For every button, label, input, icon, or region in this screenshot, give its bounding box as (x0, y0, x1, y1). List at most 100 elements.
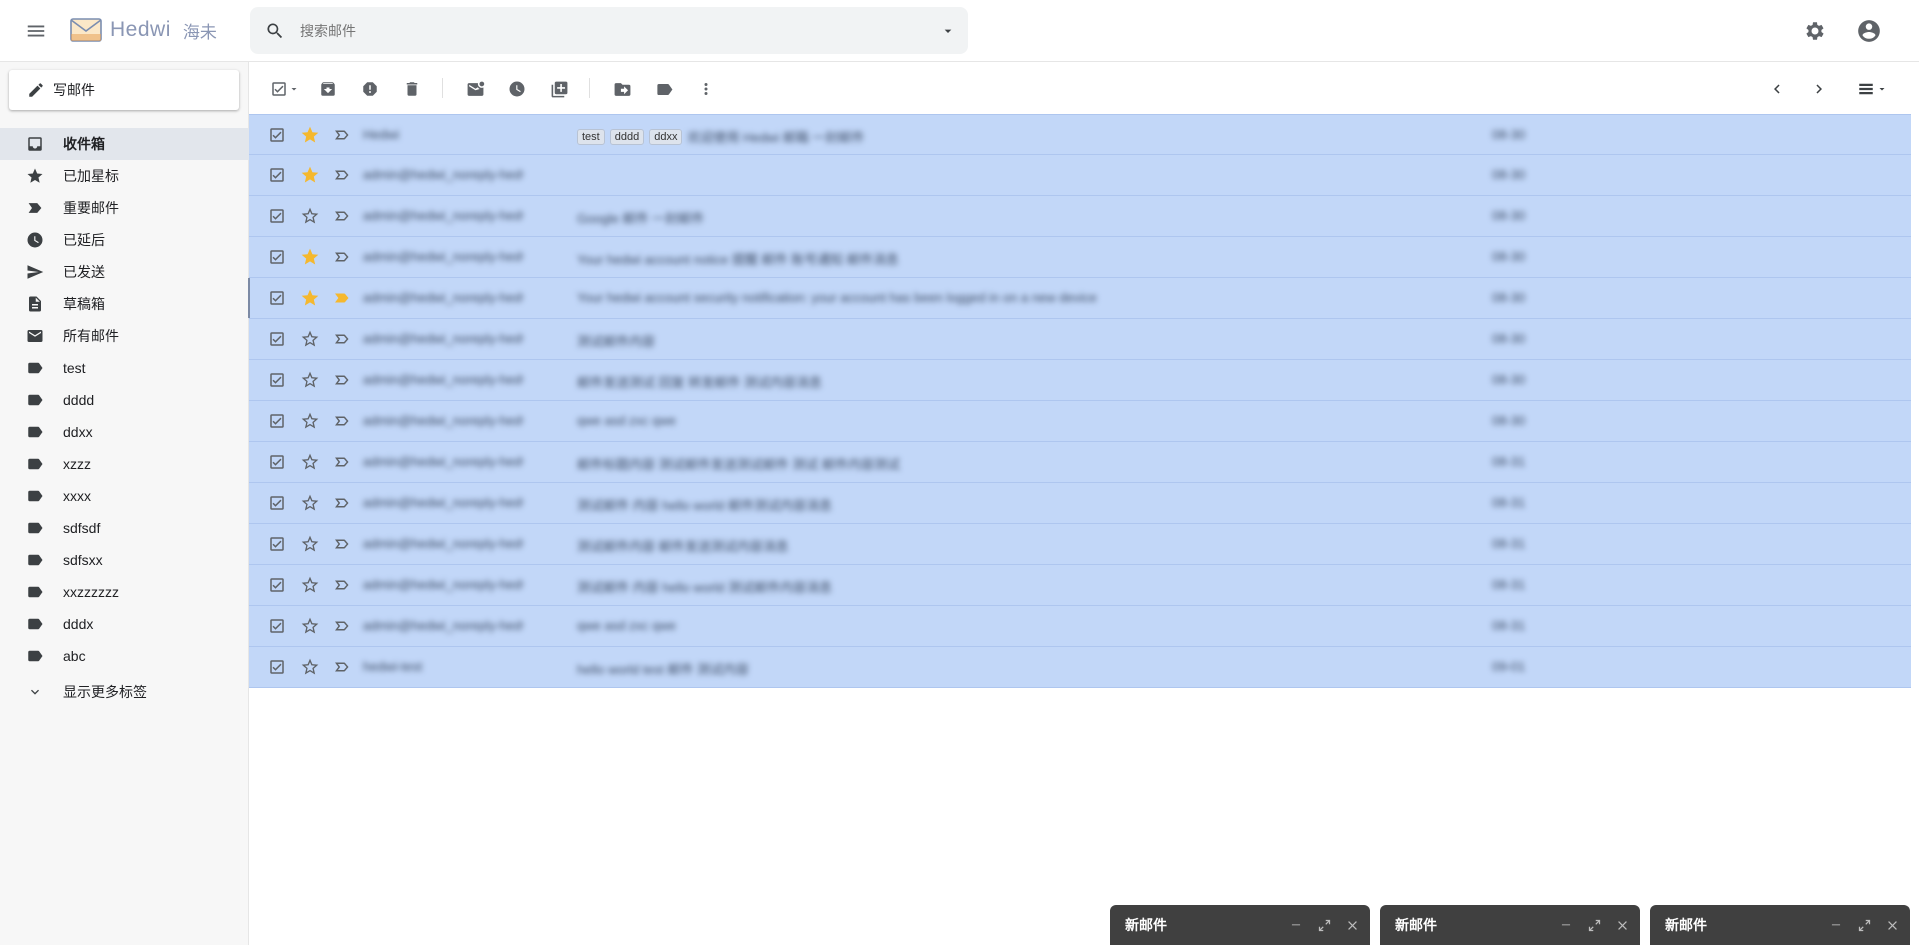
mail-row[interactable]: admin@hedwi_noreply-hedwi Google 邮件 一封邮件 0… (249, 196, 1911, 237)
previous-page-button[interactable] (1764, 76, 1790, 102)
mail-row[interactable]: hedwi-test hello world test 邮件 测试内容 09-01 (249, 647, 1911, 688)
account-button[interactable] (1852, 14, 1886, 48)
mail-tag[interactable]: dddd (609, 128, 645, 145)
important-toggle[interactable] (332, 207, 350, 225)
mail-row[interactable]: admin@hedwi_noreply-hedwi 邮件标题内容 测试邮件发送测试… (249, 442, 1911, 483)
row-checkbox[interactable] (268, 412, 286, 430)
mail-row[interactable]: admin@hedwi_noreply-hedwi 邮件发送测试 回复 转发邮件 … (249, 360, 1911, 401)
sidebar-item-label-sdfsxx[interactable]: sdfsxx (0, 544, 249, 576)
row-checkbox[interactable] (268, 535, 286, 553)
important-toggle[interactable] (332, 658, 350, 676)
compose-window-3[interactable]: 新邮件 (1650, 905, 1910, 945)
sidebar-item-label-xxzzzzzz[interactable]: xxzzzzzz (0, 576, 249, 608)
mark-unread-button[interactable] (462, 76, 488, 102)
important-toggle[interactable] (332, 126, 350, 144)
row-checkbox[interactable] (268, 248, 286, 266)
important-toggle[interactable] (332, 289, 350, 307)
star-toggle[interactable] (300, 452, 320, 472)
minimize-button[interactable] (1827, 916, 1845, 934)
mail-row[interactable]: admin@hedwi_noreply-hedwi 测试邮件 内容 hello w… (249, 483, 1911, 524)
star-toggle[interactable] (300, 125, 320, 145)
star-toggle[interactable] (300, 657, 320, 677)
expand-button[interactable] (1855, 916, 1873, 934)
compose-window-2[interactable]: 新邮件 (1380, 905, 1640, 945)
density-toggle-button[interactable] (1849, 76, 1895, 102)
sidebar-item-inbox[interactable]: 收件箱 (0, 128, 249, 160)
snooze-button[interactable] (504, 76, 530, 102)
sidebar-item-drafts[interactable]: 草稿箱 (0, 288, 249, 320)
sidebar-item-important[interactable]: 重要邮件 (0, 192, 249, 224)
important-toggle[interactable] (332, 617, 350, 635)
mail-tag[interactable]: test (577, 128, 605, 145)
star-toggle[interactable] (300, 534, 320, 554)
sidebar-item-snoozed[interactable]: 已延后 (0, 224, 249, 256)
star-toggle[interactable] (300, 370, 320, 390)
sidebar-item-label-sdfsdf[interactable]: sdfsdf (0, 512, 249, 544)
sidebar-item-all-mail[interactable]: 所有邮件 (0, 320, 249, 352)
star-toggle[interactable] (300, 165, 320, 185)
row-checkbox[interactable] (268, 330, 286, 348)
row-checkbox[interactable] (268, 617, 286, 635)
important-toggle[interactable] (332, 412, 350, 430)
select-all-checkbox[interactable] (268, 76, 302, 102)
compose-button[interactable]: 写邮件 (9, 70, 239, 110)
close-button[interactable] (1613, 916, 1631, 934)
compose-window-1[interactable]: 新邮件 (1110, 905, 1370, 945)
labels-button[interactable] (651, 76, 677, 102)
main-menu-button[interactable] (13, 8, 59, 54)
report-spam-button[interactable] (357, 76, 383, 102)
mail-row[interactable]: admin@hedwi_noreply-hedwi 测试邮件内容 邮件发送测试内容… (249, 524, 1911, 565)
next-page-button[interactable] (1806, 76, 1832, 102)
search-button[interactable] (250, 21, 300, 41)
mail-row[interactable]: admin@hedwi_noreply-hedwi 测试邮件 内容 hello w… (249, 565, 1911, 606)
important-toggle[interactable] (332, 453, 350, 471)
important-toggle[interactable] (332, 330, 350, 348)
search-input[interactable] (300, 22, 928, 39)
sidebar-item-sent[interactable]: 已发送 (0, 256, 249, 288)
mail-row[interactable]: admin@hedwi_noreply-hedwi Your hedwi acco… (248, 278, 1911, 319)
row-checkbox[interactable] (268, 494, 286, 512)
sidebar-item-label-dddd[interactable]: dddd (0, 384, 249, 416)
star-toggle[interactable] (300, 247, 320, 267)
mail-row[interactable]: admin@hedwi_noreply-hedwi qwe asd zxc qwe… (249, 606, 1911, 647)
star-toggle[interactable] (300, 493, 320, 513)
sidebar-item-label-abc[interactable]: abc (0, 640, 249, 672)
important-toggle[interactable] (332, 576, 350, 594)
important-toggle[interactable] (332, 535, 350, 553)
app-logo[interactable]: Hedwi 海未 (70, 17, 217, 43)
settings-button[interactable] (1798, 14, 1832, 48)
search-options-button[interactable] (928, 23, 968, 39)
expand-button[interactable] (1315, 916, 1333, 934)
add-to-tasks-button[interactable] (546, 76, 572, 102)
star-toggle[interactable] (300, 411, 320, 431)
sidebar-item-label-xxxx[interactable]: xxxx (0, 480, 249, 512)
important-toggle[interactable] (332, 494, 350, 512)
delete-button[interactable] (399, 76, 425, 102)
mail-tag[interactable]: ddxx (649, 128, 683, 145)
more-actions-button[interactable] (693, 76, 719, 102)
row-checkbox[interactable] (268, 371, 286, 389)
mail-row[interactable]: admin@hedwi_noreply-hedwi 测试邮件内容 08-30 (249, 319, 1911, 360)
show-more-labels-button[interactable]: 显示更多标签 (0, 676, 249, 708)
close-button[interactable] (1883, 916, 1901, 934)
mail-row[interactable]: admin@hedwi_noreply-hedwi qwe asd zxc qwe… (249, 401, 1911, 442)
star-toggle[interactable] (300, 288, 320, 308)
mail-row[interactable]: Hedwi test dddd ddxx 欢迎使用 Hedwi 邮箱 一封邮件 08-30 (249, 114, 1911, 155)
row-checkbox[interactable] (268, 658, 286, 676)
sidebar-item-label-xzzz[interactable]: xzzz (0, 448, 249, 480)
move-to-button[interactable] (609, 76, 635, 102)
mail-row[interactable]: admin@hedwi_noreply-hedwi 08-30 (249, 155, 1911, 196)
row-checkbox[interactable] (268, 126, 286, 144)
minimize-button[interactable] (1557, 916, 1575, 934)
mail-row[interactable]: admin@hedwi_noreply-hedwi Your hedwi acco… (249, 237, 1911, 278)
important-toggle[interactable] (332, 166, 350, 184)
row-checkbox[interactable] (268, 576, 286, 594)
row-checkbox[interactable] (268, 289, 286, 307)
expand-button[interactable] (1585, 916, 1603, 934)
important-toggle[interactable] (332, 248, 350, 266)
close-button[interactable] (1343, 916, 1361, 934)
important-toggle[interactable] (332, 371, 350, 389)
star-toggle[interactable] (300, 329, 320, 349)
row-checkbox[interactable] (268, 453, 286, 471)
star-toggle[interactable] (300, 206, 320, 226)
